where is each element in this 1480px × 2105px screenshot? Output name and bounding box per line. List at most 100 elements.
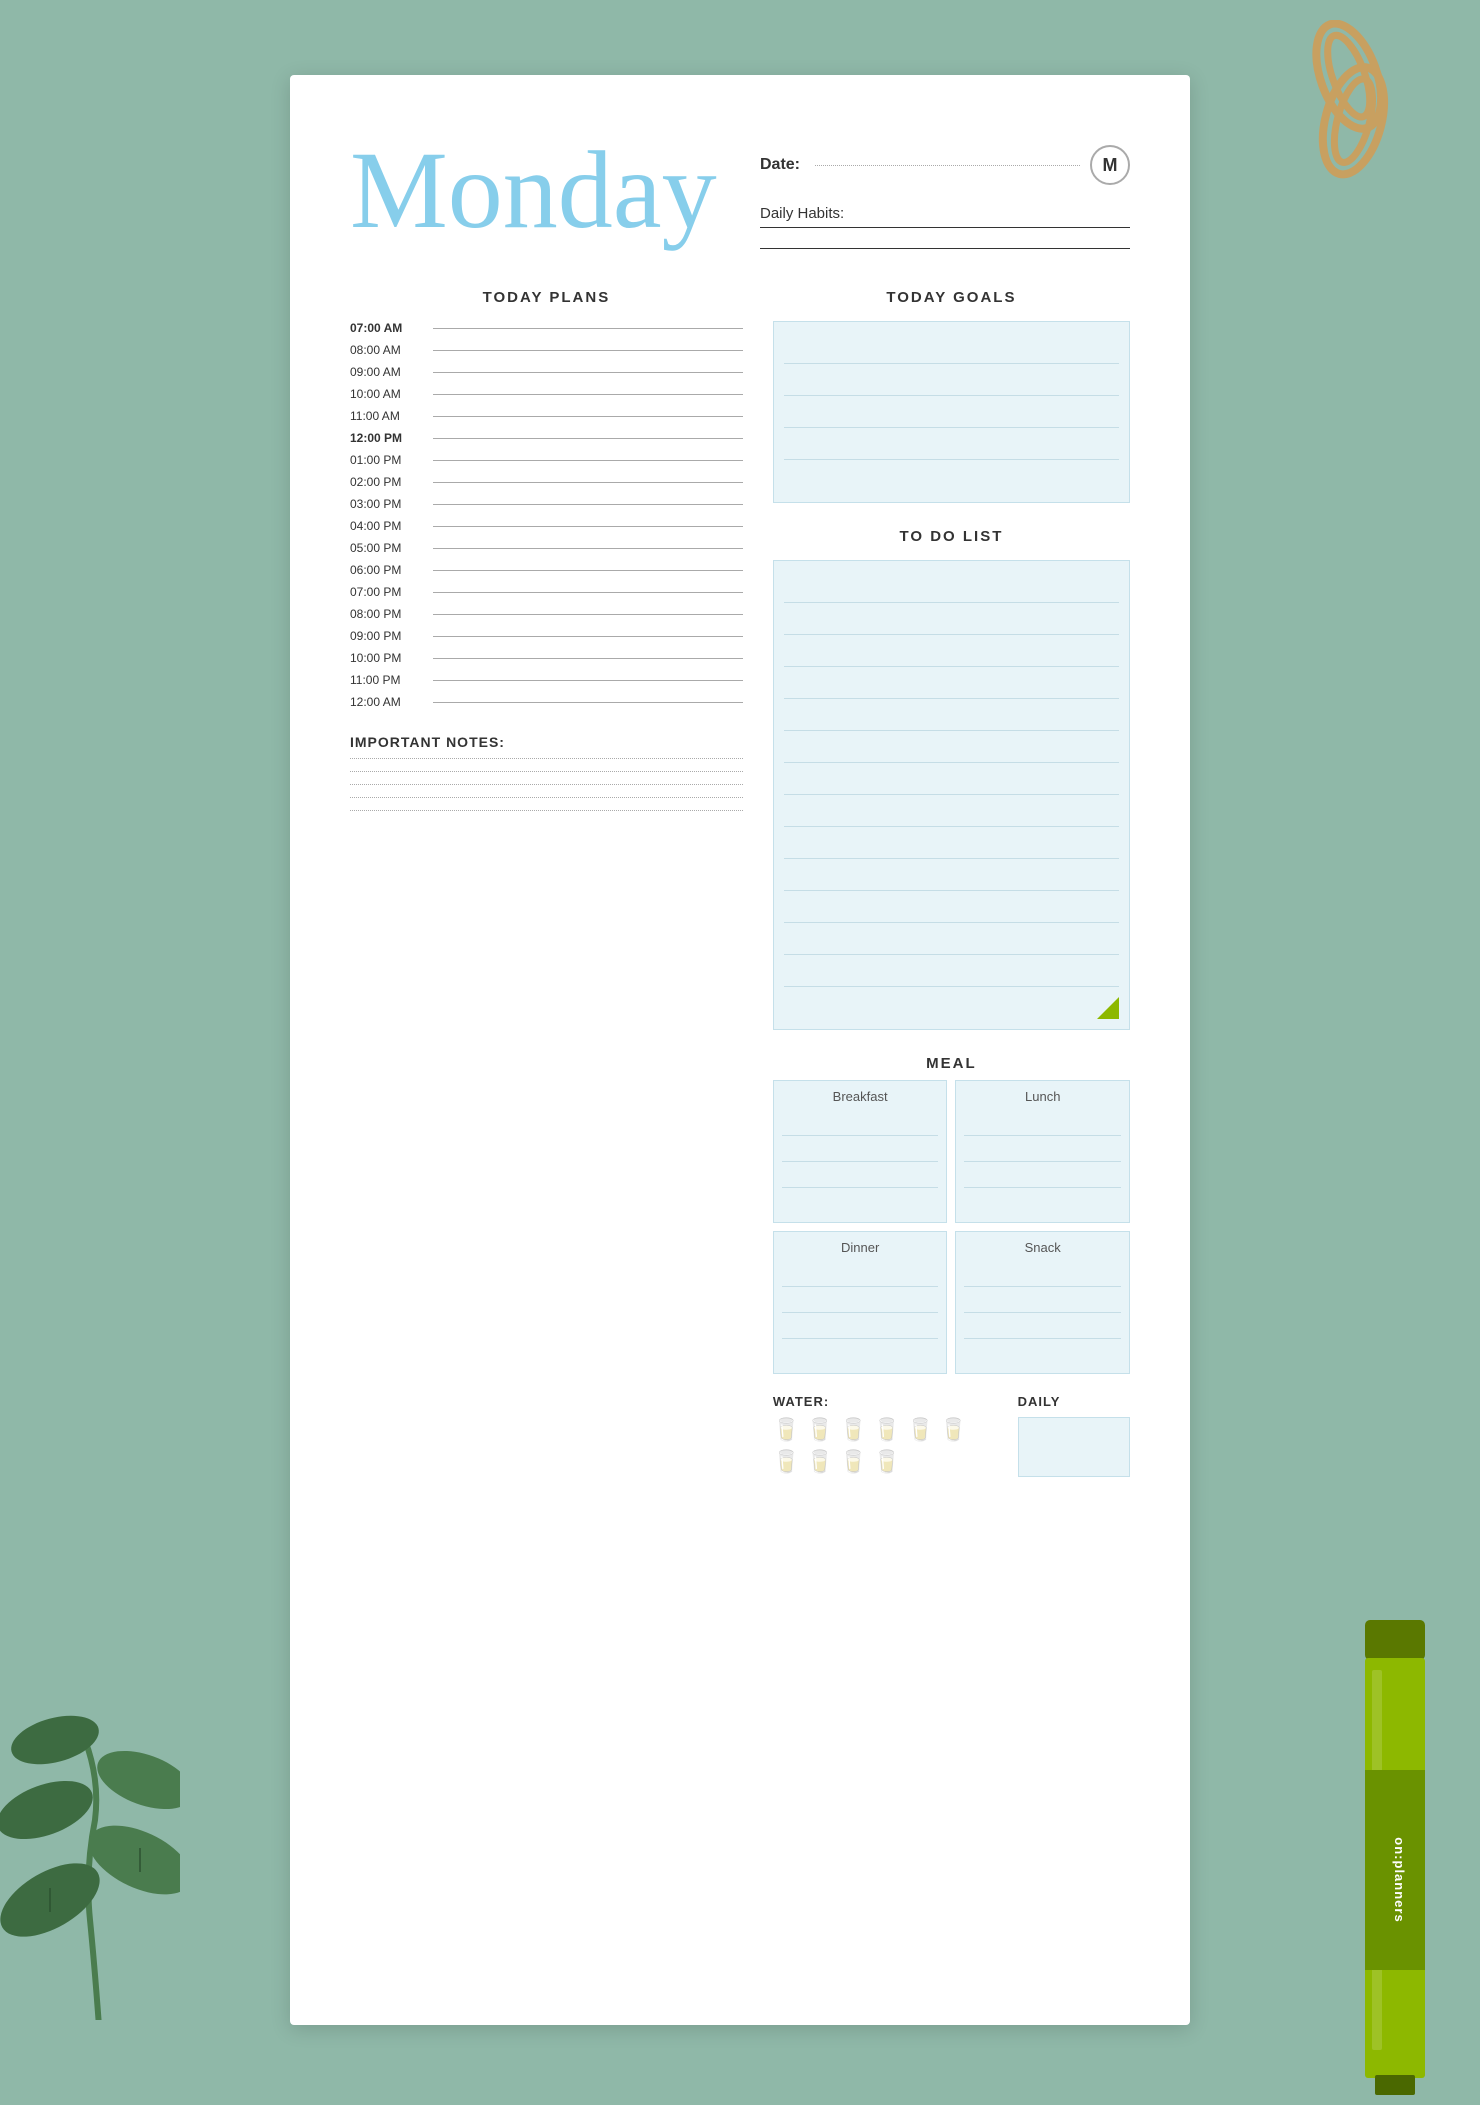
meal-line	[782, 1136, 939, 1162]
time-line	[433, 482, 743, 483]
main-content: TODAY PLANS 07:00 AM 08:00 AM 09:00 AM 1…	[350, 289, 1130, 1477]
meal-line	[782, 1313, 939, 1339]
time-line	[433, 570, 743, 571]
time-slot: 09:00 AM	[350, 365, 743, 379]
meal-line	[964, 1188, 1121, 1214]
meal-section: MEAL Breakfast Lunch	[773, 1055, 1130, 1374]
time-line	[433, 394, 743, 395]
goals-line	[784, 460, 1119, 492]
time-label: 11:00 AM	[350, 409, 425, 423]
todo-line	[784, 955, 1119, 987]
time-line	[433, 372, 743, 373]
paperclip-decoration	[1220, 20, 1420, 180]
time-label: 07:00 AM	[350, 321, 425, 335]
highlighter-decoration: on:planners	[1360, 1620, 1430, 2100]
time-label: 11:00 PM	[350, 673, 425, 687]
time-line	[433, 416, 743, 417]
goals-line	[784, 396, 1119, 428]
time-slot: 04:00 PM	[350, 519, 743, 533]
time-label: 09:00 PM	[350, 629, 425, 643]
todo-line	[784, 635, 1119, 667]
todo-line	[784, 795, 1119, 827]
notes-dots-line-5	[350, 810, 743, 811]
time-slot: 09:00 PM	[350, 629, 743, 643]
meal-line	[782, 1162, 939, 1188]
glass-icon: 🥛	[773, 1449, 800, 1475]
water-section: WATER: 🥛 🥛 🥛 🥛 🥛 🥛 🥛 🥛 🥛 🥛	[773, 1394, 1130, 1477]
left-column: TODAY PLANS 07:00 AM 08:00 AM 09:00 AM 1…	[350, 289, 743, 1477]
time-label: 07:00 PM	[350, 585, 425, 599]
time-slot: 08:00 AM	[350, 343, 743, 357]
time-slot: 12:00 AM	[350, 695, 743, 709]
time-line	[433, 614, 743, 615]
today-goals-title: TODAY GOALS	[773, 289, 1130, 306]
notes-section: IMPORTANT NOTES:	[350, 734, 743, 811]
goals-lines	[784, 332, 1119, 492]
glass-icon: 🥛	[773, 1417, 800, 1443]
goals-line	[784, 428, 1119, 460]
day-title: Monday	[350, 125, 720, 245]
time-line	[433, 438, 743, 439]
glass-icon: 🥛	[906, 1417, 933, 1443]
todo-line	[784, 859, 1119, 891]
time-label: 12:00 AM	[350, 695, 425, 709]
snack-box: Snack	[955, 1231, 1130, 1374]
plant-decoration	[0, 1620, 180, 2020]
planner-page: Monday Date: M Daily Habits: TODAY PLANS…	[290, 75, 1190, 2025]
time-line	[433, 328, 743, 329]
todo-container	[773, 560, 1130, 1030]
meal-line	[964, 1136, 1121, 1162]
time-slot: 11:00 PM	[350, 673, 743, 687]
glass-icon: 🥛	[940, 1417, 967, 1443]
notes-dots-line-3	[350, 784, 743, 785]
daily-label: DAILY	[1018, 1394, 1130, 1409]
habits-label: Daily Habits:	[760, 205, 1130, 222]
time-label: 05:00 PM	[350, 541, 425, 555]
time-slot: 10:00 AM	[350, 387, 743, 401]
time-line	[433, 526, 743, 527]
time-line	[433, 658, 743, 659]
time-slot: 08:00 PM	[350, 607, 743, 621]
green-flag-icon	[1097, 997, 1119, 1019]
time-line	[433, 350, 743, 351]
time-label: 12:00 PM	[350, 431, 425, 445]
glass-icon: 🥛	[873, 1417, 900, 1443]
breakfast-label: Breakfast	[782, 1089, 939, 1104]
right-column: TODAY GOALS TO DO LIST	[773, 289, 1130, 1477]
time-slot: 10:00 PM	[350, 651, 743, 665]
time-line	[433, 680, 743, 681]
meal-line	[782, 1261, 939, 1287]
goals-line	[784, 332, 1119, 364]
meal-line	[782, 1287, 939, 1313]
meal-line	[964, 1339, 1121, 1365]
time-slot: 02:00 PM	[350, 475, 743, 489]
time-label: 01:00 PM	[350, 453, 425, 467]
time-slot: 03:00 PM	[350, 497, 743, 511]
time-label: 09:00 AM	[350, 365, 425, 379]
time-label: 03:00 PM	[350, 497, 425, 511]
header-section: Monday Date: M Daily Habits:	[350, 125, 1130, 249]
time-line	[433, 548, 743, 549]
time-line	[433, 636, 743, 637]
habits-line-2	[760, 248, 1130, 249]
meal-grid: Breakfast Lunch	[773, 1080, 1130, 1374]
glass-icon: 🥛	[873, 1449, 900, 1475]
glass-icon: 🥛	[806, 1449, 833, 1475]
todo-line	[784, 827, 1119, 859]
time-line	[433, 592, 743, 593]
notes-dots-line-2	[350, 771, 743, 772]
daily-box	[1018, 1417, 1130, 1477]
meal-line	[964, 1110, 1121, 1136]
todo-line	[784, 731, 1119, 763]
todo-line	[784, 571, 1119, 603]
todo-line	[784, 891, 1119, 923]
meal-line	[964, 1287, 1121, 1313]
meal-line	[782, 1110, 939, 1136]
svg-text:on:planners: on:planners	[1392, 1837, 1407, 1922]
todo-line	[784, 699, 1119, 731]
meal-section-title: MEAL	[773, 1055, 1130, 1072]
monogram-circle: M	[1090, 145, 1130, 185]
todo-list-title: TO DO LIST	[773, 528, 1130, 545]
meal-line	[782, 1188, 939, 1214]
time-slots-container: 07:00 AM 08:00 AM 09:00 AM 10:00 AM 11:0…	[350, 321, 743, 709]
